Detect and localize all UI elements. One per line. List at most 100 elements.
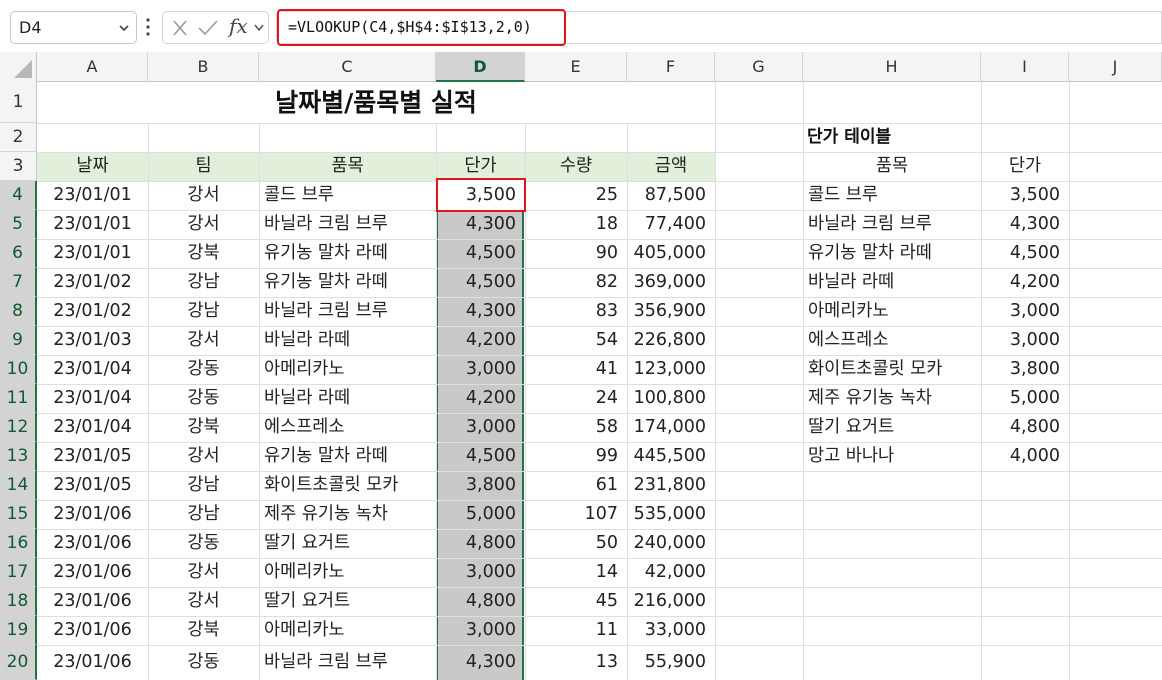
table-cell[interactable]: 3,000 — [436, 616, 525, 645]
row-header-14[interactable]: 14 — [0, 471, 37, 500]
price-table-cell[interactable]: 4,200 — [981, 268, 1069, 297]
table-cell[interactable]: 4,500 — [436, 268, 525, 297]
column-header-j[interactable]: J — [1069, 52, 1162, 82]
table-cell[interactable]: 4,200 — [436, 384, 525, 413]
table-cell[interactable]: 강남 — [148, 500, 259, 529]
table-cell[interactable]: 23/01/02 — [37, 268, 148, 297]
row-header-5[interactable]: 5 — [0, 210, 37, 239]
table-cell[interactable]: 3,000 — [436, 413, 525, 442]
table-cell[interactable]: 강동 — [148, 645, 259, 680]
table-cell[interactable]: 4,300 — [436, 210, 525, 239]
table-cell[interactable]: 23/01/01 — [37, 210, 148, 239]
column-header-d[interactable]: D — [436, 52, 525, 82]
table-cell[interactable]: 바닐라 라떼 — [259, 384, 436, 413]
row-header-19[interactable]: 19 — [0, 616, 37, 645]
table-cell[interactable]: 강서 — [148, 326, 259, 355]
table-cell[interactable]: 딸기 요거트 — [259, 587, 436, 616]
table-header-cell[interactable]: 단가 — [436, 152, 525, 181]
table-cell[interactable]: 3,800 — [436, 471, 525, 500]
column-header-f[interactable]: F — [627, 52, 715, 82]
price-table-cell[interactable]: 4,800 — [981, 413, 1069, 442]
price-table-cell[interactable]: 3,000 — [981, 297, 1069, 326]
table-cell[interactable]: 107 — [525, 500, 627, 529]
price-table-header-cell[interactable]: 단가 — [981, 152, 1069, 181]
table-cell[interactable]: 25 — [525, 181, 627, 210]
table-cell[interactable]: 강동 — [148, 529, 259, 558]
table-cell[interactable]: 아메리카노 — [259, 558, 436, 587]
column-header-g[interactable]: G — [715, 52, 803, 82]
table-cell[interactable]: 23/01/05 — [37, 471, 148, 500]
table-cell[interactable]: 에스프레소 — [259, 413, 436, 442]
table-cell[interactable]: 369,000 — [627, 268, 715, 297]
table-cell[interactable]: 445,500 — [627, 442, 715, 471]
table-cell[interactable]: 강북 — [148, 413, 259, 442]
column-header-h[interactable]: H — [803, 52, 981, 82]
table-cell[interactable]: 콜드 브루 — [259, 181, 436, 210]
table-cell[interactable]: 4,300 — [436, 645, 525, 680]
table-cell[interactable]: 535,000 — [627, 500, 715, 529]
table-cell[interactable]: 87,500 — [627, 181, 715, 210]
price-table-cell[interactable]: 4,300 — [981, 210, 1069, 239]
name-box[interactable]: D4 — [10, 11, 137, 44]
table-cell[interactable]: 4,300 — [436, 297, 525, 326]
table-cell[interactable]: 딸기 요거트 — [259, 529, 436, 558]
table-cell[interactable]: 바닐라 크림 브루 — [259, 297, 436, 326]
table-cell[interactable]: 356,900 — [627, 297, 715, 326]
table-cell[interactable]: 54 — [525, 326, 627, 355]
table-cell[interactable]: 4,500 — [436, 239, 525, 268]
table-cell[interactable]: 23/01/05 — [37, 442, 148, 471]
table-cell[interactable]: 231,800 — [627, 471, 715, 500]
price-table-cell[interactable]: 3,000 — [981, 326, 1069, 355]
table-cell[interactable]: 강서 — [148, 210, 259, 239]
insert-function-icon[interactable]: fx — [229, 14, 248, 38]
more-options-icon[interactable] — [144, 16, 152, 38]
table-cell[interactable]: 23/01/04 — [37, 384, 148, 413]
row-header-7[interactable]: 7 — [0, 268, 37, 297]
sheet-grid[interactable]: 날짜별/품목별 실적 날짜 팀 품목 단가 수량 금액 23/01/01 강서 콜드 브루 3,5… — [37, 82, 1162, 680]
table-cell[interactable]: 강남 — [148, 268, 259, 297]
table-cell[interactable]: 23/01/06 — [37, 645, 148, 680]
table-cell[interactable]: 화이트초콜릿 모카 — [259, 471, 436, 500]
price-table-cell[interactable]: 4,000 — [981, 442, 1069, 471]
table-cell[interactable]: 61 — [525, 471, 627, 500]
column-header-a[interactable]: A — [37, 52, 148, 82]
price-table-cell[interactable]: 망고 바나나 — [803, 442, 981, 471]
table-cell[interactable]: 바닐라 크림 브루 — [259, 210, 436, 239]
column-header-b[interactable]: B — [148, 52, 259, 82]
table-cell[interactable]: 3,000 — [436, 558, 525, 587]
price-table-cell[interactable]: 3,500 — [981, 181, 1069, 210]
price-table-cell[interactable]: 화이트초콜릿 모카 — [803, 355, 981, 384]
table-cell[interactable]: 216,000 — [627, 587, 715, 616]
select-all-button[interactable] — [0, 52, 37, 82]
table-cell[interactable]: 유기농 말차 라떼 — [259, 268, 436, 297]
price-table-cell[interactable]: 4,500 — [981, 239, 1069, 268]
table-cell[interactable]: 45 — [525, 587, 627, 616]
price-table-cell[interactable]: 유기농 말차 라떼 — [803, 239, 981, 268]
row-header-18[interactable]: 18 — [0, 587, 37, 616]
table-header-cell[interactable]: 금액 — [627, 152, 715, 181]
table-cell[interactable]: 23/01/03 — [37, 326, 148, 355]
table-cell[interactable]: 바닐라 크림 브루 — [259, 645, 436, 680]
table-cell[interactable]: 강동 — [148, 355, 259, 384]
table-cell[interactable]: 23/01/06 — [37, 500, 148, 529]
table-cell[interactable]: 23/01/06 — [37, 587, 148, 616]
table-cell[interactable]: 14 — [525, 558, 627, 587]
row-header-16[interactable]: 16 — [0, 529, 37, 558]
table-cell[interactable]: 226,800 — [627, 326, 715, 355]
sheet-title[interactable]: 날짜별/품목별 실적 — [37, 82, 715, 123]
table-cell[interactable]: 유기농 말차 라떼 — [259, 442, 436, 471]
table-cell[interactable]: 33,000 — [627, 616, 715, 645]
price-table-title[interactable]: 단가 테이블 — [807, 123, 891, 152]
table-cell[interactable]: 23/01/01 — [37, 239, 148, 268]
table-cell[interactable]: 42,000 — [627, 558, 715, 587]
row-header-4[interactable]: 4 — [0, 181, 37, 210]
table-cell[interactable]: 23/01/06 — [37, 616, 148, 645]
table-cell[interactable]: 90 — [525, 239, 627, 268]
table-cell[interactable]: 18 — [525, 210, 627, 239]
price-table-cell[interactable]: 콜드 브루 — [803, 181, 981, 210]
row-header-17[interactable]: 17 — [0, 558, 37, 587]
table-cell[interactable]: 유기농 말차 라떼 — [259, 239, 436, 268]
table-cell[interactable]: 아메리카노 — [259, 616, 436, 645]
table-cell[interactable]: 83 — [525, 297, 627, 326]
table-cell[interactable]: 58 — [525, 413, 627, 442]
